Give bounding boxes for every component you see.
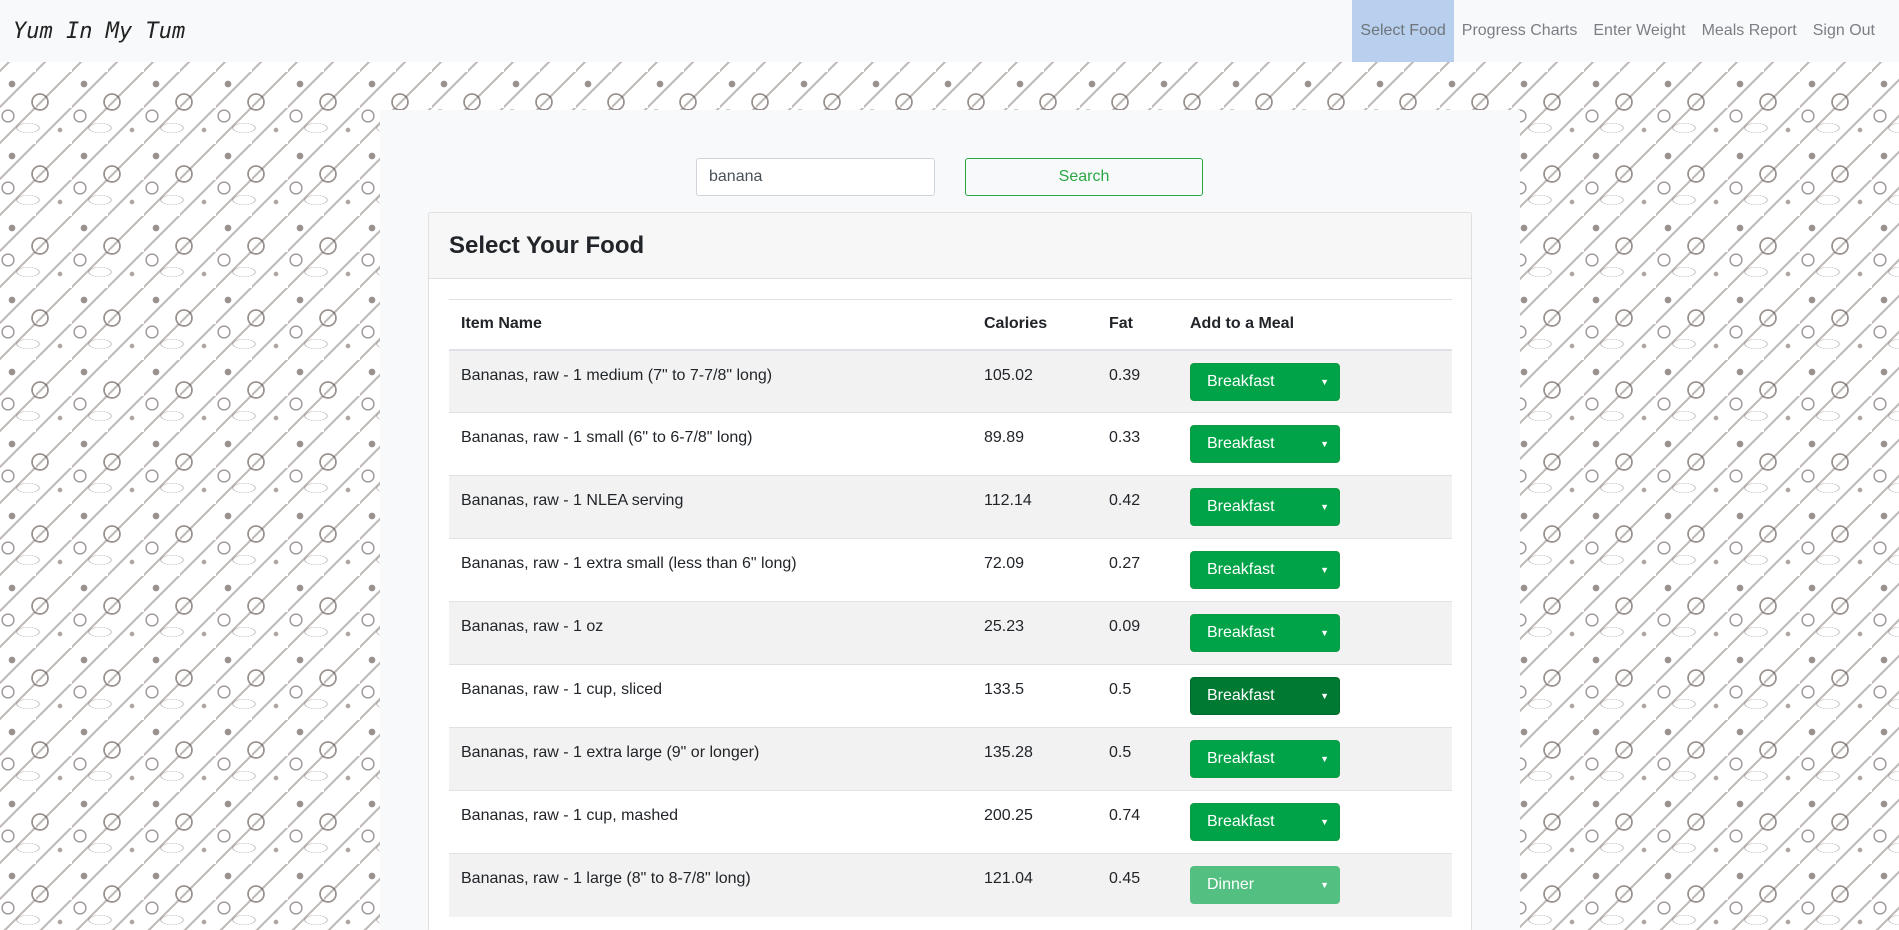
header-fat: Fat — [1097, 299, 1178, 351]
meal-select-value: Breakfast — [1207, 624, 1275, 641]
meal-select[interactable]: Breakfast ▼ — [1190, 803, 1340, 841]
item-fat: 0.5 — [1097, 727, 1178, 791]
search-button[interactable]: Search — [965, 158, 1203, 196]
header-item-name: Item Name — [449, 299, 972, 351]
meal-cell: Breakfast ▼ — [1178, 412, 1452, 476]
item-calories: 112.14 — [972, 475, 1097, 539]
item-fat: 0.74 — [1097, 790, 1178, 854]
item-fat: 0.33 — [1097, 412, 1178, 476]
meal-select[interactable]: Breakfast ▼ — [1190, 677, 1340, 715]
meal-select-value: Dinner — [1207, 876, 1255, 893]
item-fat: 0.42 — [1097, 475, 1178, 539]
item-fat: 0.45 — [1097, 853, 1178, 917]
item-name: Bananas, raw - 1 NLEA serving — [449, 475, 972, 539]
table-row: Bananas, raw - 1 medium (7" to 7-7/8" lo… — [449, 349, 1452, 413]
card-header: Select Your Food — [429, 213, 1471, 279]
food-card: Select Your Food Item Name Calories Fat … — [428, 212, 1472, 930]
meal-cell: Breakfast ▼ — [1178, 538, 1452, 602]
meal-select[interactable]: Breakfast ▼ — [1190, 614, 1340, 652]
item-calories: 105.02 — [972, 349, 1097, 413]
meal-select-value: Breakfast — [1207, 498, 1275, 515]
caret-down-icon: ▼ — [1320, 817, 1329, 827]
navbar: Yum In My Tum Select Food Progress Chart… — [0, 0, 1899, 62]
item-fat: 0.5 — [1097, 664, 1178, 728]
item-fat: 0.27 — [1097, 538, 1178, 602]
table-row: Bananas, raw - 1 cup, sliced 133.5 0.5 B… — [449, 664, 1452, 728]
meal-select[interactable]: Breakfast ▼ — [1190, 362, 1340, 401]
nav-link-sign-out[interactable]: Sign Out — [1805, 0, 1883, 62]
nav-link-enter-weight[interactable]: Enter Weight — [1585, 0, 1693, 62]
meal-select[interactable]: Breakfast ▼ — [1190, 488, 1340, 526]
card-title: Select Your Food — [449, 231, 645, 259]
meal-cell: Breakfast ▼ — [1178, 727, 1452, 791]
meal-cell: Breakfast ▼ — [1178, 790, 1452, 854]
meal-select[interactable]: Breakfast ▼ — [1190, 551, 1340, 589]
meal-select-value: Breakfast — [1207, 372, 1275, 390]
meal-select-value: Breakfast — [1207, 561, 1275, 578]
table-row: Bananas, raw - 1 cup, mashed 200.25 0.74… — [449, 790, 1452, 854]
nav-link-meals-report[interactable]: Meals Report — [1694, 0, 1805, 62]
search-input[interactable] — [696, 158, 935, 196]
caret-down-icon: ▼ — [1320, 628, 1329, 638]
item-name: Bananas, raw - 1 medium (7" to 7-7/8" lo… — [449, 349, 972, 413]
nav-link-select-food[interactable]: Select Food — [1352, 0, 1454, 62]
item-calories: 135.28 — [972, 727, 1097, 791]
caret-down-icon: ▼ — [1320, 691, 1329, 701]
nav-link-progress-charts[interactable]: Progress Charts — [1454, 0, 1586, 62]
table-header-row: Item Name Calories Fat Add to a Meal — [449, 299, 1452, 351]
caret-down-icon: ▼ — [1320, 880, 1329, 890]
food-table: Item Name Calories Fat Add to a Meal Ban… — [449, 299, 1452, 917]
header-calories: Calories — [972, 299, 1097, 351]
nav-links: Select Food Progress Charts Enter Weight… — [1352, 0, 1883, 62]
item-name: Bananas, raw - 1 extra large (9" or long… — [449, 727, 972, 791]
table-row: Bananas, raw - 1 large (8" to 8-7/8" lon… — [449, 853, 1452, 917]
item-name: Bananas, raw - 1 oz — [449, 601, 972, 665]
meal-select-value: Breakfast — [1207, 687, 1275, 704]
meal-select[interactable]: Dinner ▼ — [1190, 866, 1340, 904]
item-fat: 0.09 — [1097, 601, 1178, 665]
item-calories: 121.04 — [972, 853, 1097, 917]
table-row: Bananas, raw - 1 extra large (9" or long… — [449, 727, 1452, 791]
meal-select[interactable]: Breakfast ▼ — [1190, 740, 1340, 778]
caret-down-icon: ▼ — [1320, 502, 1329, 512]
item-calories: 200.25 — [972, 790, 1097, 854]
caret-down-icon: ▼ — [1320, 754, 1329, 764]
item-calories: 25.23 — [972, 601, 1097, 665]
item-calories: 89.89 — [972, 412, 1097, 476]
item-name: Bananas, raw - 1 cup, mashed — [449, 790, 972, 854]
table-row: Bananas, raw - 1 small (6" to 6-7/8" lon… — [449, 412, 1452, 476]
caret-down-icon: ▼ — [1320, 565, 1329, 575]
item-name: Bananas, raw - 1 cup, sliced — [449, 664, 972, 728]
caret-down-icon: ▼ — [1320, 439, 1329, 449]
meal-select-value: Breakfast — [1207, 750, 1275, 767]
brand-logo[interactable]: Yum In My Tum — [13, 19, 185, 44]
meal-select-value: Breakfast — [1207, 813, 1275, 830]
meal-cell: Breakfast ▼ — [1178, 475, 1452, 539]
meal-select-value: Breakfast — [1207, 435, 1275, 452]
search-form: Search — [380, 158, 1520, 196]
item-name: Bananas, raw - 1 large (8" to 8-7/8" lon… — [449, 853, 972, 917]
item-name: Bananas, raw - 1 extra small (less than … — [449, 538, 972, 602]
item-calories: 72.09 — [972, 538, 1097, 602]
item-fat: 0.39 — [1097, 349, 1178, 413]
item-name: Bananas, raw - 1 small (6" to 6-7/8" lon… — [449, 412, 972, 476]
meal-cell: Dinner ▼ — [1178, 853, 1452, 917]
meal-cell: Breakfast ▼ — [1178, 601, 1452, 665]
card-body: Item Name Calories Fat Add to a Meal Ban… — [429, 279, 1471, 917]
meal-cell: Breakfast ▼ — [1178, 349, 1452, 413]
caret-down-icon: ▼ — [1320, 376, 1329, 387]
meal-cell: Breakfast ▼ — [1178, 664, 1452, 728]
item-calories: 133.5 — [972, 664, 1097, 728]
table-row: Bananas, raw - 1 NLEA serving 112.14 0.4… — [449, 475, 1452, 539]
main-content: Search Select Your Food Item Name Calori… — [380, 110, 1520, 930]
header-add-to-meal: Add to a Meal — [1178, 299, 1452, 351]
table-row: Bananas, raw - 1 oz 25.23 0.09 Breakfast… — [449, 601, 1452, 665]
meal-select[interactable]: Breakfast ▼ — [1190, 425, 1340, 463]
table-row: Bananas, raw - 1 extra small (less than … — [449, 538, 1452, 602]
